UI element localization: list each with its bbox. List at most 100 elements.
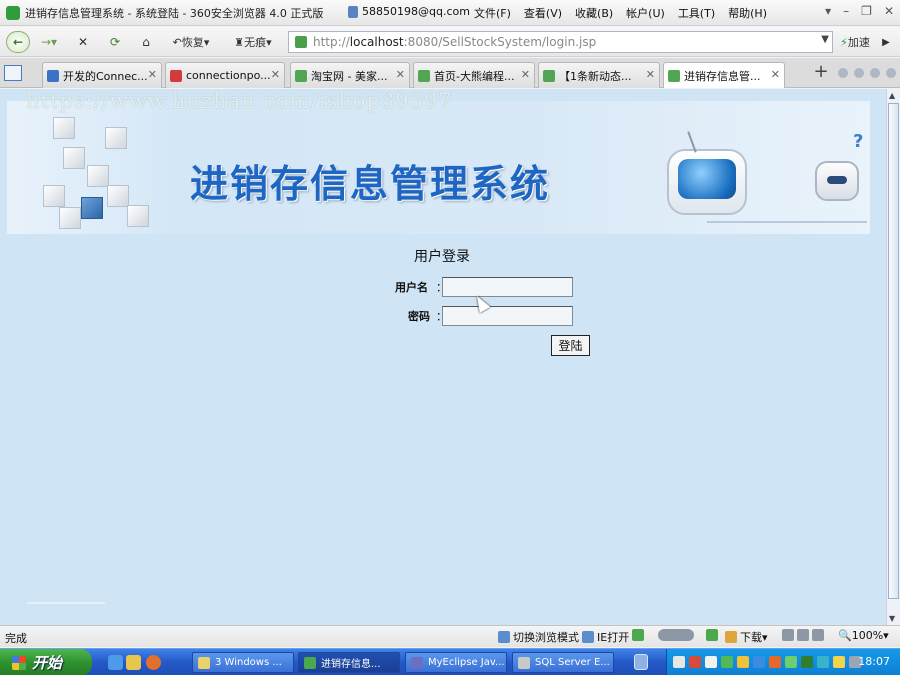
sidebar-toggle-icon[interactable] xyxy=(4,65,22,81)
tab-taobao[interactable]: 淘宝网 - 美家... ✕ xyxy=(290,62,410,88)
scroll-down-icon[interactable]: ▼ xyxy=(889,614,895,623)
print-icon[interactable] xyxy=(797,629,809,641)
taskbar-item-myeclipse[interactable]: MyEclipse Jav... xyxy=(405,652,507,673)
task-label: 进销存信息... xyxy=(321,659,381,670)
calculator-icon[interactable] xyxy=(706,629,721,641)
tab-scroll-left-icon[interactable] xyxy=(838,68,848,78)
tray-app-icon[interactable] xyxy=(769,656,781,668)
tab-list-icon[interactable] xyxy=(870,68,880,78)
tab-connection-dev[interactable]: 开发的Connec... ✕ xyxy=(42,62,162,88)
tab-label: 首页-大熊编程... xyxy=(434,69,515,83)
switch-mode-label: 切换浏览模式 xyxy=(513,631,579,644)
tab-menu-icon[interactable] xyxy=(886,68,896,78)
tray-app-icon[interactable] xyxy=(721,656,733,668)
stop-button[interactable]: ✕ xyxy=(73,31,93,53)
account-link[interactable]: 58850198@qq.com xyxy=(348,5,470,18)
tray-app-icon[interactable] xyxy=(801,656,813,668)
address-dropdown-icon[interactable]: ▼ xyxy=(821,34,829,45)
minimize-button[interactable]: – xyxy=(843,4,849,18)
system-banner: 进销存信息管理系统 ? xyxy=(7,101,870,234)
security-icon[interactable] xyxy=(632,629,647,641)
ie-quicklaunch-icon[interactable] xyxy=(108,655,123,670)
menu-account[interactable]: 帐户(U) xyxy=(626,5,665,21)
switch-mode-button[interactable]: 切换浏览模式 xyxy=(498,629,579,645)
close-window-button[interactable]: ✕ xyxy=(884,4,894,18)
cube-graphic xyxy=(107,185,129,207)
menu-help[interactable]: 帮助(H) xyxy=(728,5,767,21)
grid-icon xyxy=(706,629,718,641)
refresh-button[interactable]: ⟳ xyxy=(104,31,126,53)
download-button[interactable]: 下载 ▾ xyxy=(725,629,768,645)
restore-button[interactable]: ↶ 恢复 ▾ xyxy=(164,31,218,53)
tab-close-icon[interactable]: ✕ xyxy=(148,68,157,81)
switch-icon xyxy=(658,629,694,641)
restore-label: 恢复 xyxy=(181,36,204,49)
tray-app-icon[interactable] xyxy=(785,656,797,668)
window-controls: ▾ – ❐ ✕ xyxy=(825,4,894,18)
password-field[interactable] xyxy=(442,306,573,326)
scrollbar-thumb[interactable] xyxy=(888,103,899,599)
tray-app-icon[interactable] xyxy=(817,656,829,668)
firefox-quicklaunch-icon[interactable] xyxy=(146,655,161,670)
speed-up-button[interactable]: ⚡ 加速 xyxy=(836,31,874,53)
back-arrow-icon: ← xyxy=(12,35,24,49)
ie-open-button[interactable]: IE打开 xyxy=(582,629,629,645)
tab-close-icon[interactable]: ✕ xyxy=(396,68,405,81)
page-icon[interactable] xyxy=(782,629,794,641)
menu-favorites[interactable]: 收藏(B) xyxy=(575,5,613,21)
new-tab-button[interactable]: + xyxy=(812,63,830,82)
tab-favicon-icon xyxy=(295,69,307,82)
tab-label: 【1条新动态... xyxy=(559,69,632,83)
footer-divider xyxy=(27,602,105,604)
tab-scroll-right-icon[interactable] xyxy=(854,68,864,78)
zoom-control[interactable]: 🔍 100% ▾ xyxy=(838,629,889,642)
forward-button[interactable]: →▾ xyxy=(34,31,64,53)
tab-close-icon[interactable]: ✕ xyxy=(271,68,280,81)
vertical-scrollbar[interactable]: ▲ ▼ xyxy=(886,89,900,625)
back-button[interactable]: ← xyxy=(6,31,30,53)
login-button[interactable]: 登陆 xyxy=(551,335,590,356)
username-label: 用户名 xyxy=(395,281,428,294)
tray-app-icon[interactable] xyxy=(689,656,701,668)
tray-app-icon[interactable] xyxy=(737,656,749,668)
download-label: 下载 xyxy=(740,631,762,644)
menu-tools[interactable]: 工具(T) xyxy=(678,5,715,21)
more-tools-button[interactable]: ▶ xyxy=(878,31,894,53)
robot-graphic xyxy=(815,161,859,201)
tray-app-icon[interactable] xyxy=(833,656,845,668)
home-button[interactable]: ⌂ xyxy=(136,31,156,53)
tray-app-icon[interactable] xyxy=(753,656,765,668)
skin-icon[interactable]: ▾ xyxy=(825,4,831,18)
forward-arrow-icon: →▾ xyxy=(40,35,58,49)
tab-active-login[interactable]: 进销存信息管... ✕ xyxy=(663,62,785,88)
tray-app-icon[interactable] xyxy=(705,656,717,668)
menu-file[interactable]: 文件(F) xyxy=(474,5,511,21)
maximize-button[interactable]: ❐ xyxy=(861,4,872,18)
tab-close-icon[interactable]: ✕ xyxy=(646,68,655,81)
tab-favicon-icon xyxy=(543,69,555,82)
scroll-up-icon[interactable]: ▲ xyxy=(889,91,895,100)
toggle-icon[interactable] xyxy=(658,629,697,641)
tray-app-icon[interactable] xyxy=(673,656,685,668)
shield-icon xyxy=(632,629,644,641)
taskbar-item-browser[interactable]: 进销存信息... xyxy=(298,652,400,673)
task-label: SQL Server E... xyxy=(535,657,610,668)
tab-close-icon[interactable]: ✕ xyxy=(771,68,780,81)
menu-view[interactable]: 查看(V) xyxy=(524,5,562,21)
taskbar-item-explorer[interactable]: 3 Windows ... xyxy=(192,652,294,673)
traceless-button[interactable]: ♜ 无痕 ▾ xyxy=(224,31,282,53)
username-field[interactable] xyxy=(442,277,573,297)
tab-close-icon[interactable]: ✕ xyxy=(521,68,530,81)
cube-graphic xyxy=(53,117,75,139)
tab-label: 开发的Connec... xyxy=(63,69,148,83)
show-desktop-icon[interactable] xyxy=(634,654,648,670)
tab-connectionpool[interactable]: connectionpo... ✕ xyxy=(165,62,285,88)
address-bar[interactable]: http://localhost:8080/SellStockSystem/lo… xyxy=(288,31,833,53)
folder-quicklaunch-icon[interactable] xyxy=(126,655,141,670)
tab-daxiong[interactable]: 首页-大熊编程... ✕ xyxy=(413,62,535,88)
download-icon xyxy=(725,631,737,643)
sound-icon[interactable] xyxy=(812,629,824,641)
taskbar-item-sqlserver[interactable]: SQL Server E... xyxy=(512,652,614,673)
start-button[interactable]: 开始 xyxy=(0,649,92,675)
tab-new-activity[interactable]: 【1条新动态... ✕ xyxy=(538,62,660,88)
